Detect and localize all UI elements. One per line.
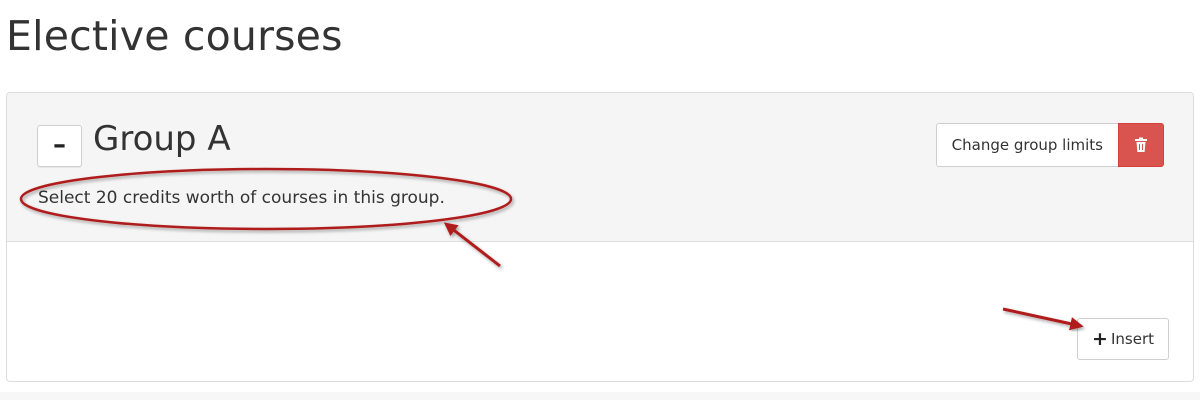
insert-button-label: Insert [1110,330,1154,348]
group-panel-heading: – Group A Select 20 credits worth of cou… [7,93,1193,242]
insert-button[interactable]: + Insert [1077,318,1169,360]
page: Elective courses – Group A Select 20 cre… [0,0,1200,400]
group-panel: – Group A Select 20 credits worth of cou… [6,92,1194,382]
trash-icon [1135,137,1147,152]
collapse-group-button[interactable]: – [37,125,82,167]
group-description: Select 20 credits worth of courses in th… [38,188,445,208]
page-title: Elective courses [6,12,343,60]
page-footer-strip [0,392,1200,400]
group-actions: Change group limits [935,123,1164,167]
change-group-limits-button[interactable]: Change group limits [935,123,1118,167]
delete-group-button[interactable] [1118,123,1164,167]
plus-icon: + [1092,327,1108,350]
group-title: Group A [93,119,231,159]
